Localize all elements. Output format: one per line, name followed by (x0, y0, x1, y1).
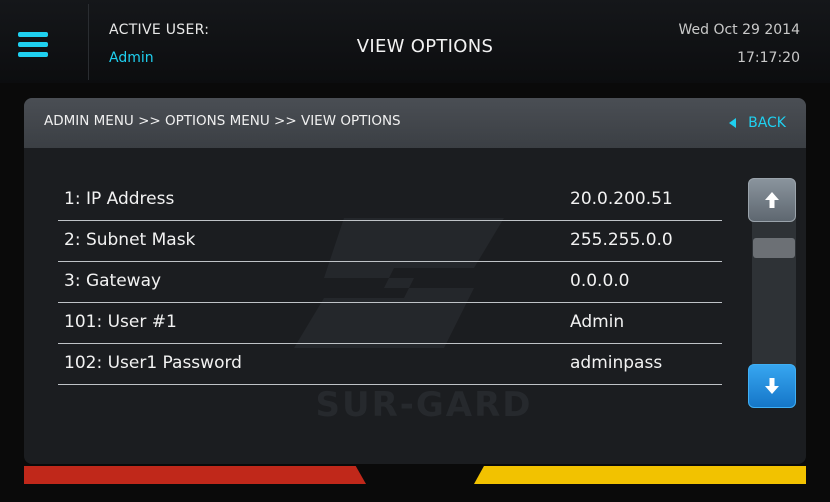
option-label: 3: Gateway (64, 271, 162, 291)
list-item[interactable]: 3: Gateway 0.0.0.0 (58, 262, 722, 303)
time-display: 17:17:20 (737, 50, 800, 66)
options-panel: ADMIN MENU >> OPTIONS MENU >> VIEW OPTIO… (24, 98, 806, 464)
back-triangle-icon (729, 118, 737, 128)
back-button[interactable]: BACK (725, 110, 790, 136)
option-label: 101: User #1 (64, 312, 177, 332)
status-bar-red (24, 466, 366, 484)
hamburger-icon-line (18, 52, 48, 57)
menu-button[interactable] (4, 4, 89, 80)
date-display: Wed Oct 29 2014 (678, 22, 800, 38)
page-title: VIEW OPTIONS (356, 36, 494, 57)
active-user-name: Admin (109, 50, 154, 66)
scrollbar-thumb[interactable] (753, 238, 795, 258)
hamburger-icon (18, 32, 48, 37)
option-label: 1: IP Address (64, 189, 175, 209)
watermark-text: SUR-GARD (315, 385, 532, 425)
list-item[interactable]: 1: IP Address 20.0.200.51 (58, 180, 722, 221)
option-value: 20.0.200.51 (570, 189, 673, 209)
top-bar: ACTIVE USER: Admin VIEW OPTIONS Wed Oct … (0, 0, 830, 83)
hamburger-icon-line (18, 42, 48, 47)
back-button-label: BACK (748, 115, 786, 131)
list-item[interactable]: 102: User1 Password adminpass (58, 344, 722, 385)
active-user-label: ACTIVE USER: (109, 22, 210, 38)
scroll-down-button[interactable] (748, 364, 796, 408)
option-value: 255.255.0.0 (570, 230, 673, 250)
list-item[interactable]: 101: User #1 Admin (58, 303, 722, 344)
status-bar-yellow (474, 466, 806, 484)
breadcrumb-path: ADMIN MENU >> OPTIONS MENU >> VIEW OPTIO… (44, 113, 401, 129)
breadcrumb: ADMIN MENU >> OPTIONS MENU >> VIEW OPTIO… (24, 98, 806, 148)
option-label: 102: User1 Password (64, 353, 242, 373)
option-label: 2: Subnet Mask (64, 230, 196, 250)
option-value: 0.0.0.0 (570, 271, 630, 291)
arrow-down-icon (765, 378, 779, 394)
options-list: 1: IP Address 20.0.200.51 2: Subnet Mask… (58, 180, 722, 385)
scroll-up-button[interactable] (748, 178, 796, 222)
list-item[interactable]: 2: Subnet Mask 255.255.0.0 (58, 221, 722, 262)
arrow-up-icon (765, 192, 779, 208)
option-value: Admin (570, 312, 625, 332)
option-value: adminpass (570, 353, 663, 373)
